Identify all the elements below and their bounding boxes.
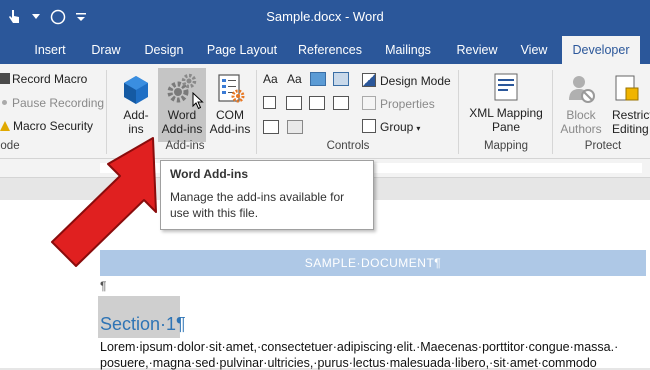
- group-separator: [552, 70, 553, 154]
- word-addins-label-bottom: Add-ins: [161, 122, 203, 136]
- code-group-label: ode: [0, 140, 20, 152]
- tab-page-layout[interactable]: Page Layout: [202, 36, 282, 64]
- pause-recording-label: Pause Recording: [12, 96, 105, 110]
- record-macro-label: Record Macro: [12, 72, 88, 86]
- document-banner: SAMPLE·DOCUMENT¶: [100, 250, 646, 276]
- ribbon: Record Macro Pause Recording Macro Secur…: [0, 64, 650, 159]
- block-authors-label-top: Block: [566, 108, 596, 122]
- chevron-down-icon: ▾: [416, 124, 421, 133]
- rich-text-control-icon[interactable]: Aa: [263, 72, 278, 86]
- macro-security-button[interactable]: Macro Security: [0, 119, 93, 133]
- date-picker-icon[interactable]: [333, 96, 349, 110]
- design-mode-label: Design Mode: [380, 74, 451, 88]
- xml-mapping-label-top: XML Mapping: [469, 106, 543, 120]
- com-addins-label-top: COM: [216, 108, 244, 122]
- plain-text-control-icon[interactable]: Aa: [287, 72, 302, 86]
- building-block-icon[interactable]: [333, 72, 349, 86]
- cube-icon: [124, 76, 148, 104]
- properties-icon: [362, 96, 376, 110]
- mapping-group-label: Mapping: [483, 140, 529, 152]
- tab-insert[interactable]: Insert: [28, 36, 72, 64]
- block-authors-label-bottom: Authors: [560, 122, 602, 136]
- xml-mapping-label-bottom: Pane: [491, 120, 521, 134]
- macro-security-label: Macro Security: [13, 119, 94, 133]
- com-addins-label-bottom: Add-ins: [209, 122, 251, 136]
- combo-box-icon[interactable]: [286, 96, 302, 110]
- xml-mapping-icon: [494, 73, 518, 101]
- com-addins-button[interactable]: COM Add-ins: [206, 68, 254, 142]
- checkbox-control-icon[interactable]: [263, 96, 276, 109]
- body-text-line[interactable]: Lorem·ipsum·dolor·sit·amet,·consectetuer…: [100, 340, 618, 354]
- word-addins-tooltip: Word Add-ins Manage the add-ins availabl…: [160, 160, 374, 230]
- mouse-cursor-icon: [192, 92, 204, 110]
- com-addins-icon: [218, 74, 245, 103]
- restrict-editing-label-bottom: Editing: [612, 122, 649, 136]
- restrict-editing-icon: [615, 75, 639, 101]
- addins-label-bottom: ins: [128, 122, 144, 136]
- properties-label: Properties: [380, 97, 435, 111]
- tab-review[interactable]: Review: [452, 36, 502, 64]
- window-title: Sample.docx - Word: [266, 9, 384, 24]
- dropdown-list-icon[interactable]: [309, 96, 325, 110]
- record-macro-button[interactable]: Record Macro: [0, 72, 87, 86]
- group-label: Group: [380, 120, 414, 134]
- block-authors-icon: [569, 76, 595, 103]
- group-separator: [106, 70, 107, 154]
- addins-group-label: Add-ins: [165, 140, 205, 152]
- ribbon-tabs: Insert Draw Design Page Layout Reference…: [0, 36, 650, 64]
- record-macro-icon: [0, 73, 10, 84]
- design-mode-icon: [362, 73, 376, 87]
- properties-button[interactable]: Properties: [362, 96, 435, 111]
- design-mode-button[interactable]: Design Mode: [362, 73, 451, 88]
- tab-mailings[interactable]: Mailings: [376, 36, 440, 64]
- restrict-editing-label-top: Restrict: [612, 108, 650, 122]
- picture-control-icon[interactable]: [310, 72, 326, 86]
- group-icon: [362, 119, 376, 133]
- protect-group-label: Protect: [584, 140, 622, 152]
- word-addins-label-top: Word: [167, 108, 197, 122]
- controls-group-label: Controls: [326, 140, 370, 152]
- tab-design[interactable]: Design: [140, 36, 188, 64]
- pause-recording-button[interactable]: Pause Recording: [2, 96, 104, 110]
- warning-icon: [0, 121, 10, 131]
- tab-developer[interactable]: Developer: [562, 36, 640, 64]
- tab-references[interactable]: References: [296, 36, 364, 64]
- addins-button[interactable]: Add- ins: [114, 68, 158, 138]
- title-bar: Sample.docx - Word: [0, 0, 650, 36]
- tab-draw[interactable]: Draw: [86, 36, 126, 64]
- addins-label-top: Add-: [123, 108, 149, 122]
- legacy-tools-icon[interactable]: [287, 120, 303, 134]
- group-separator: [256, 70, 257, 154]
- section-heading[interactable]: Section·1¶: [100, 314, 186, 335]
- repeating-section-icon[interactable]: [263, 120, 279, 134]
- tab-view[interactable]: View: [514, 36, 554, 64]
- pause-icon: [2, 100, 7, 105]
- group-separator: [458, 70, 459, 154]
- tooltip-description: Manage the add-ins available for use wit…: [170, 190, 345, 220]
- paragraph-mark: ¶: [100, 279, 107, 293]
- group-button[interactable]: Group ▾: [362, 119, 420, 134]
- restrict-editing-button[interactable]: Restrict Editing: [608, 68, 650, 142]
- tooltip-title: Word Add-ins: [170, 167, 248, 181]
- block-authors-button[interactable]: Block Authors: [556, 68, 606, 142]
